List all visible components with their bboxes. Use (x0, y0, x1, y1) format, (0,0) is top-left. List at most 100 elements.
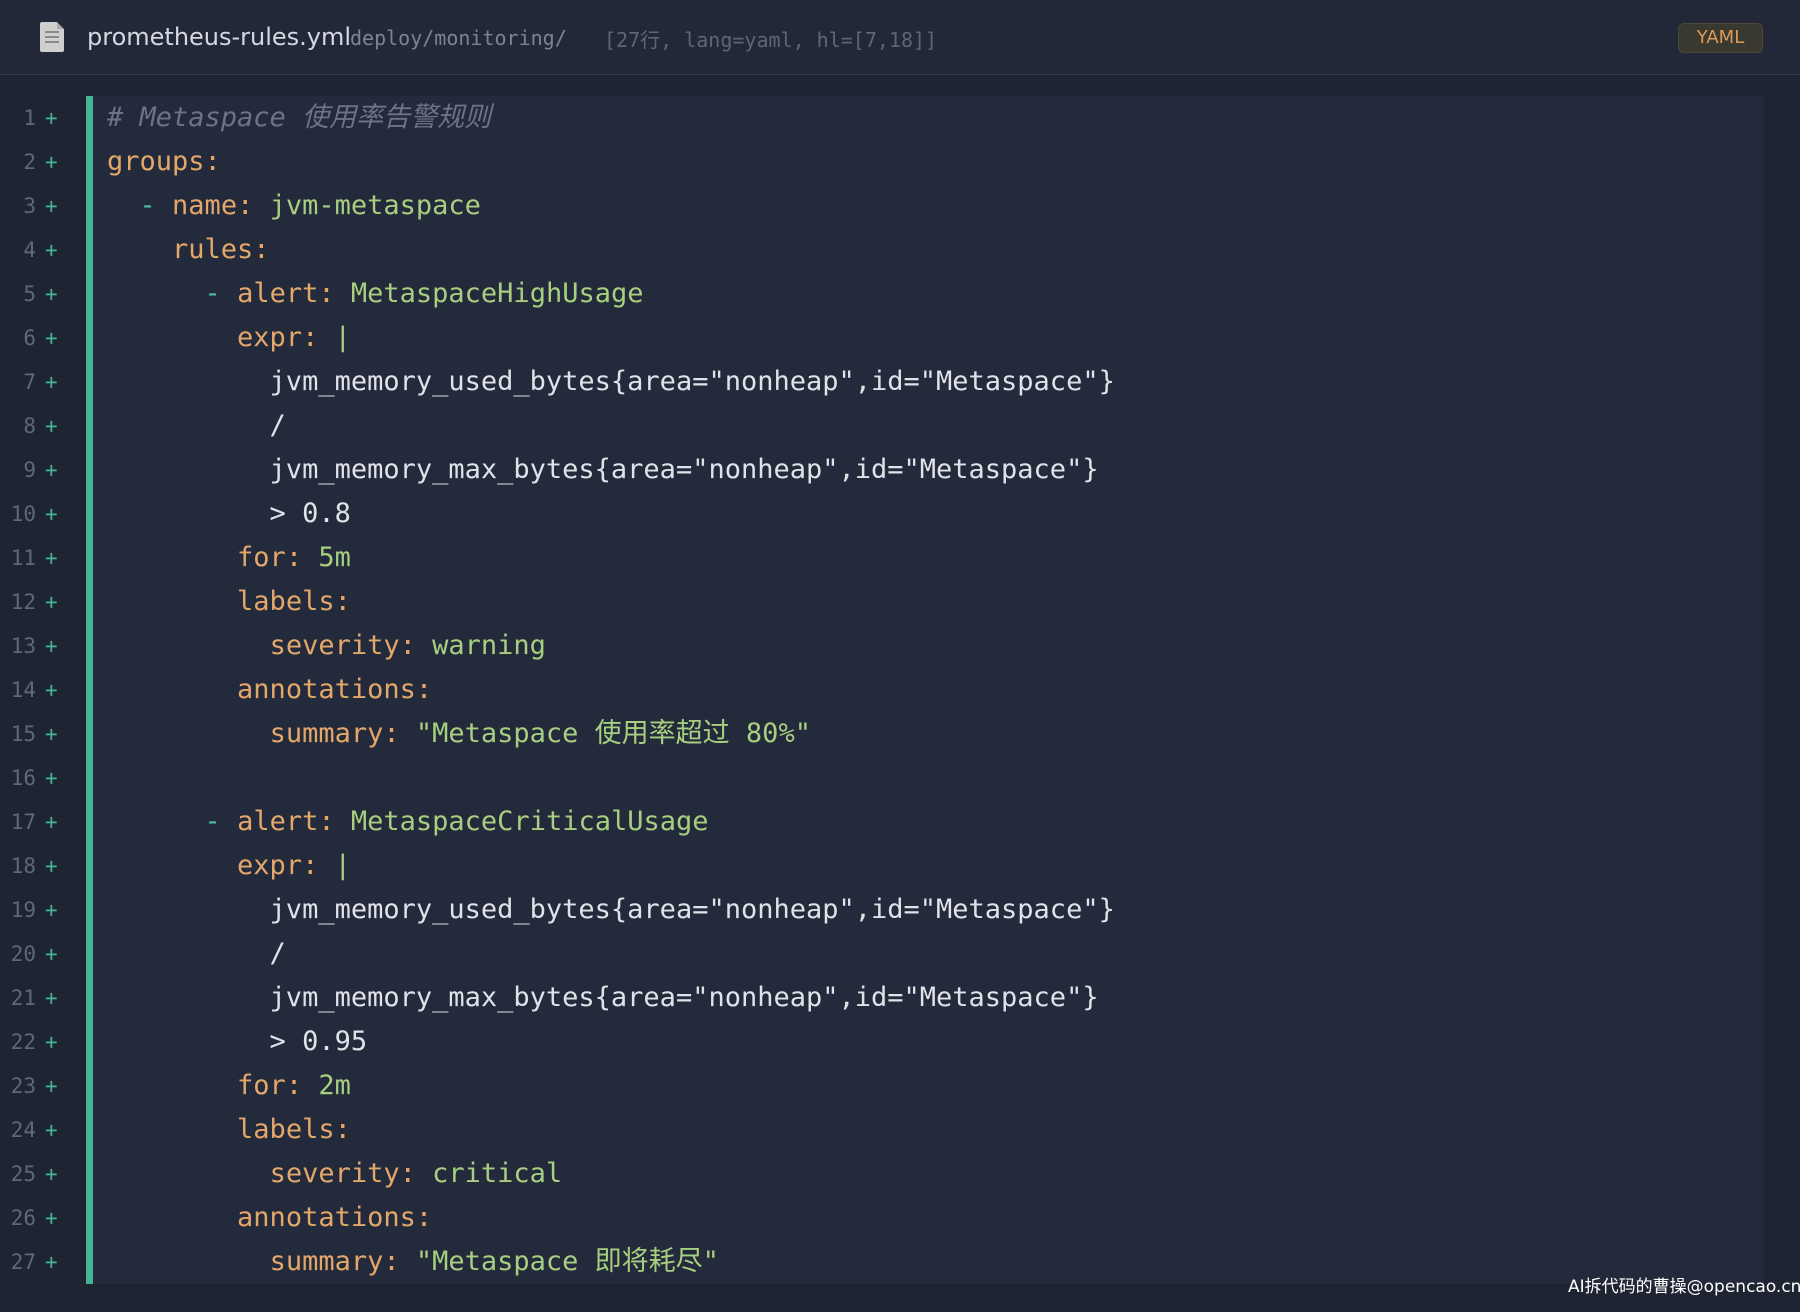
code-line[interactable]: 14 + annotations: (0, 668, 1764, 712)
diff-added-marker: + (45, 502, 58, 526)
code-line[interactable]: 22 + > 0.95 (0, 1020, 1764, 1064)
code-line[interactable]: 6 + expr: | (0, 316, 1764, 360)
code-line[interactable]: 8 + / (0, 404, 1764, 448)
code-line[interactable]: 18 + expr: | (0, 844, 1764, 888)
code-token-key: for: (237, 542, 303, 573)
code-line-content: # Metaspace 使用率告警规则 (107, 96, 491, 140)
code-line[interactable]: 19 + jvm_memory_used_bytes{area="nonheap"… (0, 888, 1764, 932)
line-number: 6 (23, 326, 36, 350)
diff-added-marker: + (45, 678, 58, 702)
code-line-content: annotations: (107, 668, 432, 712)
code-view[interactable]: 1 + # Metaspace 使用率告警规则 2 + groups: 3 + - name:… (0, 96, 1764, 1284)
code-line-content: jvm_memory_max_bytes{area="nonheap",id="… (107, 976, 1099, 1020)
code-line[interactable]: 10 + > 0.8 (0, 492, 1764, 536)
code-line[interactable]: 25 + severity: critical (0, 1152, 1764, 1196)
diff-added-marker: + (45, 370, 58, 394)
diff-added-marker: + (45, 194, 58, 218)
code-token-key: annotations: (237, 1202, 433, 1233)
code-line[interactable]: 2 + groups: (0, 140, 1764, 184)
code-line[interactable]: 1 + # Metaspace 使用率告警规则 (0, 96, 1764, 140)
code-token-key: labels: (237, 586, 351, 617)
code-line-content: expr: | (107, 316, 351, 360)
line-number: 16 (10, 766, 36, 790)
watermark: AI拆代码的曹操@opencao.cn (1568, 1277, 1800, 1297)
code-token-key: alert: (237, 806, 335, 837)
code-token-dash: - (204, 806, 221, 837)
diff-added-marker: + (45, 282, 58, 306)
diff-added-marker: + (45, 942, 58, 966)
diff-added-marker: + (45, 590, 58, 614)
code-token-key: severity: (269, 1158, 416, 1189)
code-token-val: jvm-metaspace (253, 190, 481, 221)
diff-added-marker: + (45, 634, 58, 658)
code-line[interactable]: 11 + for: 5m (0, 536, 1764, 580)
code-line[interactable]: 5 + - alert: MetaspaceHighUsage (0, 272, 1764, 316)
code-line[interactable]: 17 + - alert: MetaspaceCriticalUsage (0, 800, 1764, 844)
code-line-content: for: 2m (107, 1064, 351, 1108)
code-line[interactable]: 3 + - name: jvm-metaspace (0, 184, 1764, 228)
code-token-val: MetaspaceHighUsage (334, 278, 644, 309)
code-token-key: name: (172, 190, 254, 221)
line-number: 10 (10, 502, 36, 526)
code-line[interactable]: 21 + jvm_memory_max_bytes{area="nonheap",… (0, 976, 1764, 1020)
diff-added-marker: + (45, 722, 58, 746)
line-number: 8 (23, 414, 36, 438)
line-number: 23 (10, 1074, 36, 1098)
code-line-content: labels: (107, 1108, 351, 1152)
diff-added-marker: + (45, 326, 58, 350)
code-token-plain: jvm_memory_used_bytes{area="nonheap",id=… (107, 366, 1115, 397)
code-token-val: critical (415, 1158, 563, 1189)
diff-added-marker: + (45, 854, 58, 878)
line-number: 2 (23, 150, 36, 174)
code-line[interactable]: 7 + jvm_memory_used_bytes{area="nonheap",… (0, 360, 1764, 404)
code-line[interactable]: 20 + / (0, 932, 1764, 976)
code-line[interactable]: 27 + summary: "Metaspace 即将耗尽" (0, 1240, 1764, 1284)
code-line[interactable]: 16 + (0, 756, 1764, 800)
code-token-plain: > 0.95 (107, 1026, 368, 1057)
code-line-content: / (107, 404, 286, 448)
code-token-key: expr: (237, 850, 319, 881)
line-number: 19 (10, 898, 36, 922)
code-line-content: > 0.95 (107, 1020, 368, 1064)
code-token-key: alert: (237, 278, 335, 309)
code-line[interactable]: 26 + annotations: (0, 1196, 1764, 1240)
code-line[interactable]: 15 + summary: "Metaspace 使用率超过 80%" (0, 712, 1764, 756)
code-token-plain: jvm_memory_max_bytes{area="nonheap",id="… (107, 454, 1099, 485)
code-line-content: for: 5m (107, 536, 351, 580)
code-line[interactable]: 12 + labels: (0, 580, 1764, 624)
diff-added-marker: + (45, 150, 58, 174)
line-number: 24 (10, 1118, 36, 1142)
code-line-content: - alert: MetaspaceCriticalUsage (107, 800, 709, 844)
code-line-content: jvm_memory_used_bytes{area="nonheap",id=… (107, 888, 1115, 932)
code-token-key: expr: (237, 322, 319, 353)
code-token-key: for: (237, 1070, 303, 1101)
line-number: 3 (23, 194, 36, 218)
diff-added-marker: + (45, 546, 58, 570)
code-line[interactable]: 4 + rules: (0, 228, 1764, 272)
code-line-content: severity: critical (107, 1152, 563, 1196)
line-number: 7 (23, 370, 36, 394)
code-line[interactable]: 9 + jvm_memory_max_bytes{area="nonheap",i… (0, 448, 1764, 492)
line-number: 5 (23, 282, 36, 306)
code-token-plain: / (107, 938, 286, 969)
file-name[interactable]: prometheus-rules.yml (87, 22, 351, 52)
code-line-content: - name: jvm-metaspace (107, 184, 481, 228)
code-line[interactable]: 23 + for: 2m (0, 1064, 1764, 1108)
code-line[interactable]: 13 + severity: warning (0, 624, 1764, 668)
diff-added-marker: + (45, 1118, 58, 1142)
line-number: 14 (10, 678, 36, 702)
code-line[interactable]: 24 + labels: (0, 1108, 1764, 1152)
code-line-content: summary: "Metaspace 使用率超过 80%" (107, 712, 811, 756)
